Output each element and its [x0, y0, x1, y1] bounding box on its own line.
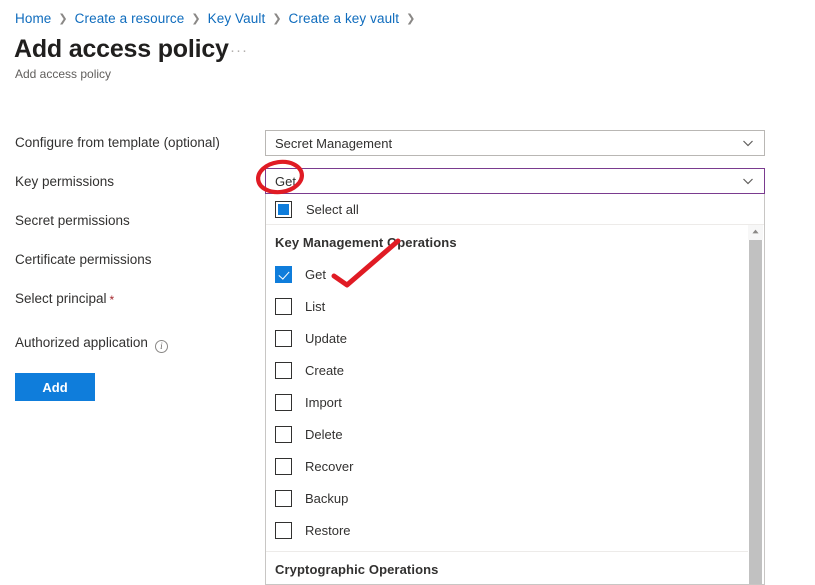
- add-button[interactable]: Add: [15, 373, 95, 401]
- label-authorized-application: Authorized application i: [15, 335, 168, 353]
- breadcrumb-item-home[interactable]: Home: [15, 11, 51, 26]
- group-header-cryptographic-operations: Cryptographic Operations: [275, 562, 439, 577]
- label-configure-from-template: Configure from template (optional): [15, 135, 220, 150]
- option-label-update: Update: [305, 330, 347, 346]
- required-asterisk: *: [109, 293, 115, 307]
- key-permissions-value: Get: [275, 173, 296, 189]
- group-header-key-management-operations: Key Management Operations: [275, 235, 457, 250]
- key-permissions-dropdown-panel: Select all Key Management Operations Get…: [265, 194, 765, 585]
- option-delete[interactable]: Delete: [266, 418, 764, 450]
- page-subtitle: Add access policy: [15, 67, 112, 81]
- label-secret-permissions: Secret permissions: [15, 213, 130, 228]
- option-label-recover: Recover: [305, 458, 354, 474]
- option-get[interactable]: Get: [266, 258, 764, 290]
- breadcrumb-item-key-vault[interactable]: Key Vault: [208, 11, 266, 26]
- breadcrumb: Home ❯ Create a resource ❯ Key Vault ❯ C…: [15, 8, 422, 28]
- option-label-backup: Backup: [305, 490, 349, 506]
- option-label-restore: Restore: [305, 522, 351, 538]
- configure-from-template-value: Secret Management: [275, 135, 393, 151]
- option-backup[interactable]: Backup: [266, 482, 764, 514]
- info-icon[interactable]: i: [154, 340, 168, 353]
- select-all-label: Select all: [306, 201, 359, 217]
- option-restore[interactable]: Restore: [266, 514, 764, 546]
- scrollbar-thumb[interactable]: [749, 240, 762, 584]
- checkbox-import[interactable]: [275, 393, 292, 411]
- scroll-up-button[interactable]: [748, 225, 763, 240]
- option-create[interactable]: Create: [266, 354, 764, 386]
- checkbox-recover[interactable]: [275, 457, 292, 475]
- breadcrumb-separator-icon: ❯: [58, 11, 68, 25]
- label-key-permissions: Key permissions: [15, 174, 115, 189]
- checkbox-delete[interactable]: [275, 425, 292, 443]
- select-all-option[interactable]: Select all: [266, 194, 764, 224]
- option-update[interactable]: Update: [266, 322, 764, 354]
- breadcrumb-separator-icon: ❯: [191, 11, 201, 25]
- checkbox-backup[interactable]: [275, 489, 292, 507]
- breadcrumb-item-create-a-resource[interactable]: Create a resource: [75, 11, 185, 26]
- checkbox-restore[interactable]: [275, 521, 292, 539]
- configure-from-template-select[interactable]: Secret Management: [265, 130, 765, 156]
- option-list[interactable]: List: [266, 290, 764, 322]
- label-select-principal-text: Select principal: [15, 291, 107, 306]
- checkbox-create[interactable]: [275, 361, 292, 379]
- breadcrumb-item-create-a-key-vault[interactable]: Create a key vault: [289, 11, 400, 26]
- chevron-down-icon: [742, 175, 754, 187]
- checkbox-get[interactable]: [275, 265, 292, 283]
- breadcrumb-separator-icon: ❯: [406, 11, 416, 25]
- breadcrumb-separator-icon: ❯: [272, 11, 282, 25]
- key-permissions-select[interactable]: Get: [265, 168, 765, 194]
- option-import[interactable]: Import: [266, 386, 764, 418]
- option-recover[interactable]: Recover: [266, 450, 764, 482]
- option-label-list: List: [305, 298, 326, 314]
- option-label-import: Import: [305, 394, 342, 410]
- checkbox-update[interactable]: [275, 329, 292, 347]
- page-title: Add access policy: [14, 35, 229, 63]
- dropdown-options-list: Key Management Operations Get List Updat…: [266, 225, 764, 584]
- option-label-delete: Delete: [305, 426, 343, 442]
- option-label-get: Get: [305, 266, 326, 282]
- label-authorized-application-text: Authorized application: [15, 335, 148, 350]
- select-all-checkbox[interactable]: [275, 200, 292, 218]
- label-select-principal: Select principal *: [15, 291, 115, 307]
- dropdown-scrollbar[interactable]: [748, 225, 763, 584]
- chevron-down-icon: [742, 137, 754, 149]
- label-certificate-permissions: Certificate permissions: [15, 252, 152, 267]
- checkbox-list[interactable]: [275, 297, 292, 315]
- more-options-icon[interactable]: ···: [230, 43, 248, 58]
- option-label-create: Create: [305, 362, 345, 378]
